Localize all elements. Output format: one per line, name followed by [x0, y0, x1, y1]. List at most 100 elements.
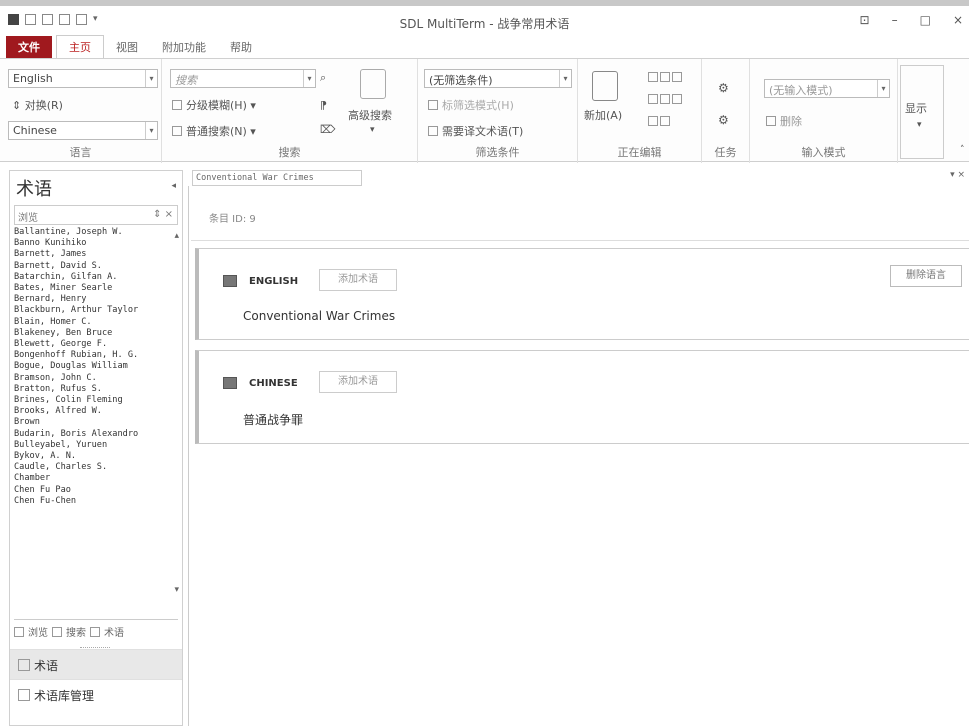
language-section-chinese: CHINESE 添加术语 普通战争罪 — [195, 350, 969, 444]
delete-language-button[interactable]: 删除语言 — [890, 265, 962, 287]
browse-controls[interactable]: ⇕ × — [153, 209, 173, 220]
display-button[interactable]: 显示 — [905, 100, 927, 116]
ribbon-display-button[interactable]: ⊡ — [860, 13, 870, 27]
chevron-down-icon: ▾ — [303, 70, 315, 87]
list-item[interactable]: Blewett, George F. — [14, 339, 178, 350]
copy-icon[interactable] — [648, 93, 686, 106]
search-icon — [52, 627, 62, 637]
wildcard-icon[interactable]: ⁋ — [320, 99, 327, 112]
list-item[interactable]: Blain, Homer C. — [14, 317, 178, 328]
fuzzy-search-label: 分级模糊(H) ▾ — [186, 99, 256, 112]
switch-languages-button[interactable]: ⇕ 对换(R) — [12, 97, 63, 113]
nav-terms-label: 术语 — [34, 659, 59, 673]
maximize-button[interactable]: □ — [920, 13, 931, 27]
binoculars-icon[interactable]: ⌕ — [320, 71, 326, 85]
display-dropdown-icon[interactable]: ▾ — [917, 120, 922, 130]
list-item[interactable]: Brines, Colin Fleming — [14, 395, 178, 406]
filter-select[interactable]: (无筛选条件) ▾ — [424, 69, 572, 88]
nav-termbase-management[interactable]: 术语库管理 — [10, 679, 182, 709]
browse-input[interactable]: 浏览 ⇕ × — [14, 205, 178, 225]
input-model-select[interactable]: (无输入模式) ▾ — [764, 79, 890, 98]
tab-terms-label: 术语 — [104, 628, 124, 639]
task-list-icon[interactable]: ⚙ — [718, 113, 729, 127]
filter-group: (无筛选条件) ▾ 标筛选模式(H) 需要译文术语(T) 筛选条件 — [418, 59, 578, 163]
tab-browse[interactable]: 浏览 — [14, 624, 48, 639]
clear-search-icon[interactable]: ⌦ — [320, 123, 336, 136]
tasks-group-label: 任务 — [714, 146, 737, 159]
task-run-icon[interactable]: ⚙ — [718, 81, 729, 95]
search-group: 搜索 ▾ ⌕ 分级模糊(H) ▾ 普通搜索(N) ▾ ⁋ ⌦ 高级搜索 ▾ 搜索 — [162, 59, 418, 163]
list-item[interactable]: Bramson, John C. — [14, 373, 178, 384]
source-language-value: English — [13, 72, 53, 85]
terms-list[interactable]: Ballantine, Joseph W. Banno Kunihiko Bar… — [14, 227, 178, 597]
advanced-search-button[interactable]: 高级搜索 — [348, 107, 392, 123]
tab-file[interactable]: 文件 — [6, 36, 52, 58]
list-item[interactable]: Barnett, James — [14, 249, 178, 260]
normal-search-button[interactable]: 普通搜索(N) ▾ — [172, 123, 256, 139]
list-item[interactable]: Bates, Miner Searle — [14, 283, 178, 294]
edit-icon[interactable] — [648, 71, 686, 84]
list-item[interactable]: Blackburn, Arthur Taylor — [14, 305, 178, 316]
close-button[interactable]: × — [953, 13, 963, 27]
chevron-down-icon: ▾ — [145, 70, 157, 87]
fuzzy-icon — [172, 100, 182, 110]
document-tab[interactable]: Conventional War Crimes — [192, 170, 362, 186]
advanced-search-dropdown-icon[interactable]: ▾ — [370, 125, 375, 135]
add-term-button[interactable]: 添加术语 — [319, 269, 397, 291]
full-text-filter-label: 需要译文术语(T) — [442, 125, 524, 138]
list-item[interactable]: Caudle, Charles S. — [14, 462, 178, 473]
delete-input-model-label: 删除 — [780, 115, 802, 128]
collapse-ribbon-icon[interactable]: ˄ — [960, 145, 965, 155]
collapse-pane-icon[interactable]: ◂ — [171, 181, 176, 191]
delete-entry-icon[interactable] — [648, 115, 674, 128]
minimize-button[interactable]: – — [892, 13, 898, 27]
list-item[interactable]: Batarchin, Gilfan A. — [14, 272, 178, 283]
delete-input-model-button[interactable]: 删除 — [766, 113, 802, 129]
source-language-select[interactable]: English ▾ — [8, 69, 158, 88]
ribbon: English ▾ ⇕ 对换(R) Chinese ▾ 语言 搜索 ▾ ⌕ 分级… — [0, 58, 969, 163]
tab-terms[interactable]: 术语 — [90, 624, 124, 639]
full-text-filter-button[interactable]: 需要译文术语(T) — [428, 123, 523, 139]
scroll-up-icon[interactable]: ▴ — [174, 231, 179, 241]
target-language-select[interactable]: Chinese ▾ — [8, 121, 158, 140]
term-text[interactable]: Conventional War Crimes — [243, 309, 395, 323]
list-item[interactable]: Bulleyabel, Yuruen — [14, 440, 178, 451]
list-item[interactable]: Ballantine, Joseph W. — [14, 227, 178, 238]
list-item[interactable]: Chamber — [14, 473, 178, 484]
list-item[interactable]: Chen Fu-Chen — [14, 496, 178, 507]
list-item[interactable]: Blakeney, Ben Bruce — [14, 328, 178, 339]
list-item[interactable]: Bernard, Henry — [14, 294, 178, 305]
list-item[interactable]: Bykov, A. N. — [14, 451, 178, 462]
highlight-filter-button[interactable]: 标筛选模式(H) — [428, 97, 514, 113]
new-entry-button[interactable]: 新加(A) — [584, 107, 622, 123]
list-item[interactable]: Chen Fu Pao — [14, 485, 178, 496]
nav-terms[interactable]: 术语 — [10, 649, 182, 679]
document-tab-menu-icon[interactable]: ▾ × — [950, 170, 965, 180]
add-term-button[interactable]: 添加术语 — [319, 371, 397, 393]
tab-help[interactable]: 帮助 — [218, 36, 264, 58]
scroll-down-icon[interactable]: ▾ — [174, 585, 179, 595]
pane-splitter[interactable] — [80, 647, 110, 648]
search-input[interactable]: 搜索 ▾ — [170, 69, 316, 88]
title-bar: ▾ SDL MultiTerm - 战争常用术语 ⊡ – □ × — [0, 0, 969, 34]
tab-add-ins[interactable]: 附加功能 — [150, 36, 218, 58]
list-item[interactable]: Brooks, Alfred W. — [14, 406, 178, 417]
list-item[interactable]: Banno Kunihiko — [14, 238, 178, 249]
search-group-label: 搜索 — [278, 146, 301, 159]
list-item[interactable]: Bongenhoff Rubian, H. G. — [14, 350, 178, 361]
fuzzy-search-button[interactable]: 分级模糊(H) ▾ — [172, 97, 256, 113]
list-item[interactable]: Brown — [14, 417, 178, 428]
display-group: 显示 ▾ — [900, 65, 944, 159]
tab-search[interactable]: 搜索 — [52, 624, 86, 639]
list-item[interactable]: Budarin, Boris Alexandro — [14, 429, 178, 440]
term-text[interactable]: 普通战争罪 — [243, 411, 303, 428]
entry-id: 条目 ID: 9 — [209, 214, 256, 225]
list-item[interactable]: Bratton, Rufus S. — [14, 384, 178, 395]
left-pane-tabs: 浏览 搜索 术语 — [14, 619, 178, 639]
termbase-icon — [18, 659, 30, 671]
tab-home[interactable]: 主页 — [56, 35, 104, 58]
entry-view: 条目 ID: 9 ENGLISH 添加术语 删除语言 Conventional … — [188, 186, 969, 726]
list-item[interactable]: Barnett, David S. — [14, 261, 178, 272]
list-item[interactable]: Bogue, Douglas William — [14, 361, 178, 372]
tab-view[interactable]: 视图 — [104, 36, 150, 58]
